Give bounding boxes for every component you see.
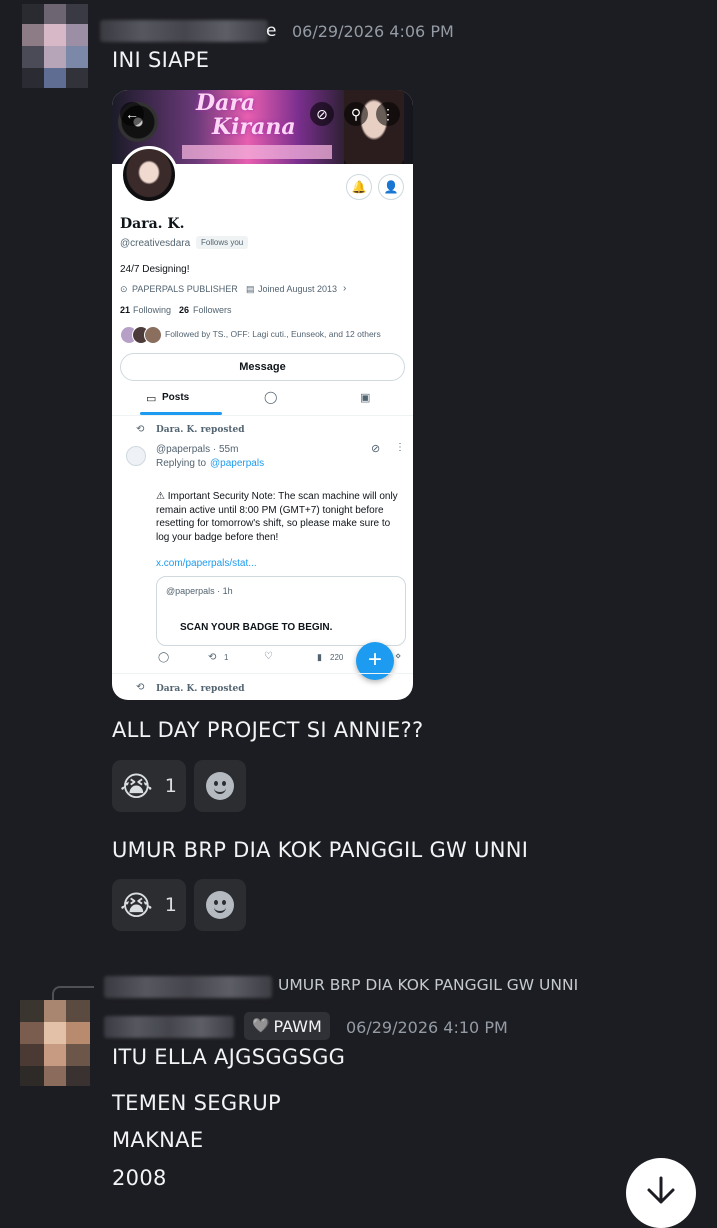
reaction-sob[interactable]: 😭 1 [112, 760, 186, 812]
username[interactable] [100, 20, 268, 42]
tweet-author-avatar[interactable] [126, 446, 146, 466]
sob-emoji-icon: 😭 [120, 888, 153, 922]
retweet-icon[interactable]: ⟲ [208, 652, 216, 663]
chevron-right-icon[interactable]: › [343, 283, 346, 294]
compose-plus-icon[interactable]: + [356, 642, 394, 680]
followed-by-text[interactable]: Followed by TS., OFF: Lagi cuti., Eunseo… [165, 329, 381, 339]
following-count[interactable]: 21 [120, 305, 130, 315]
banner-title: Dara [196, 90, 256, 116]
repost-label-2: Dara. K. reposted [156, 684, 245, 694]
video-icon[interactable]: ▣ [360, 391, 370, 404]
message-text: ITU ELLA AJGSGGSGG [112, 1045, 346, 1069]
replying-prefix: Replying to [156, 458, 207, 469]
chat-bubble-icon[interactable]: ◯ [264, 390, 277, 404]
repost-icon: ⟲ [136, 424, 145, 435]
repost-icon: ⟲ [136, 682, 145, 693]
banner-portrait [344, 90, 404, 164]
tweet-author[interactable]: @paperpals · 55m [156, 444, 238, 455]
message-text: UMUR BRP DIA KOK PANGGIL GW UNNI [112, 838, 529, 862]
message-text: 2008 [112, 1166, 167, 1190]
replied-username[interactable] [104, 976, 272, 998]
like-icon[interactable]: ♡ [264, 651, 273, 662]
followers-count[interactable]: 26 [179, 305, 189, 315]
avatar[interactable] [20, 1000, 90, 1086]
grok-icon[interactable]: ⊘ [371, 442, 380, 455]
role-badge-label: PAWM [273, 1016, 322, 1036]
tab-posts[interactable]: Posts [162, 392, 189, 403]
reply-icon[interactable]: ◯ [158, 652, 169, 663]
avatar[interactable] [22, 4, 88, 88]
message-text: ALL DAY PROJECT SI ANNIE?? [112, 718, 424, 742]
smiley-icon [206, 891, 234, 919]
profile-avatar[interactable] [120, 146, 178, 204]
arrow-down-icon [647, 1176, 675, 1204]
reaction-sob[interactable]: 😭 1 [112, 879, 186, 931]
heart-icon: 🩶 [252, 1018, 270, 1034]
message-text: TEMEN SEGRUP [112, 1091, 281, 1115]
message-timestamp: 06/29/2026 4:10 PM [346, 1018, 508, 1037]
grok-icon[interactable]: ⊘ [310, 102, 334, 126]
share-icon[interactable]: ⋄ [395, 651, 401, 662]
follows-you-badge: Follows you [196, 236, 249, 249]
tweet-link[interactable]: x.com/paperpals/stat... [156, 558, 257, 569]
replying-handle[interactable]: @paperpals [210, 458, 264, 469]
sob-emoji-icon: 😭 [120, 769, 153, 803]
quote-author[interactable]: @paperpals · 1h [166, 586, 233, 596]
username-tail: e [266, 21, 277, 41]
reply-preview[interactable]: UMUR BRP DIA KOK PANGGIL GW UNNI [278, 976, 578, 994]
following-user-icon[interactable]: 👤 [378, 174, 404, 200]
message-text: INI SIAPE [112, 48, 210, 72]
reaction-count: 1 [164, 775, 177, 797]
following-label[interactable]: Following [133, 305, 171, 315]
views-icon[interactable]: ▮ [317, 652, 322, 663]
add-reaction-button[interactable] [194, 879, 246, 931]
message-timestamp: 06/29/2026 4:06 PM [292, 22, 454, 41]
more-icon[interactable]: ⋮ [395, 442, 405, 453]
search-icon[interactable]: ⚲ [344, 102, 368, 126]
message-text: MAKNAE [112, 1128, 204, 1152]
message-button[interactable]: Message [120, 353, 405, 381]
retweet-count: 1 [224, 653, 229, 662]
calendar-icon: ▤ [246, 284, 255, 294]
followed-by-avatars [120, 326, 162, 344]
bio: 24/7 Designing! [120, 264, 190, 275]
notification-bell-icon[interactable]: 🔔 [346, 174, 372, 200]
username[interactable] [104, 1016, 234, 1038]
location: PAPERPALS PUBLISHER [132, 284, 238, 294]
add-reaction-button[interactable] [194, 760, 246, 812]
view-count: 220 [330, 653, 344, 662]
role-badge[interactable]: 🩶 PAWM [244, 1012, 330, 1040]
location-pin-icon: ⊙ [120, 284, 128, 294]
reaction-count: 1 [164, 894, 177, 916]
smiley-icon [206, 772, 234, 800]
banner-title-2: Kirana [212, 114, 296, 140]
image-attachment[interactable]: Dara Kirana ← ⊘ ⚲ ⋮ 🔔 👤 Dara. K. @creati… [112, 90, 413, 700]
followers-label[interactable]: Followers [193, 305, 232, 315]
joined-date: Joined August 2013 [258, 284, 338, 294]
quote-text: SCAN YOUR BADGE TO BEGIN. [180, 622, 333, 633]
more-icon[interactable]: ⋮ [376, 102, 400, 126]
active-tab-indicator [140, 412, 222, 415]
jump-to-bottom-button[interactable] [626, 1158, 696, 1228]
handle: @creativesdara [120, 238, 191, 249]
repost-label: Dara. K. reposted [156, 425, 245, 435]
back-arrow-icon[interactable]: ← [120, 102, 144, 126]
divider [112, 673, 413, 674]
tweet-body: ⚠ Important Security Note: The scan mach… [156, 491, 398, 543]
banner-caption-strip [182, 145, 332, 159]
display-name: Dara. K. [120, 216, 185, 232]
posts-icon[interactable]: ▭ [146, 392, 156, 405]
